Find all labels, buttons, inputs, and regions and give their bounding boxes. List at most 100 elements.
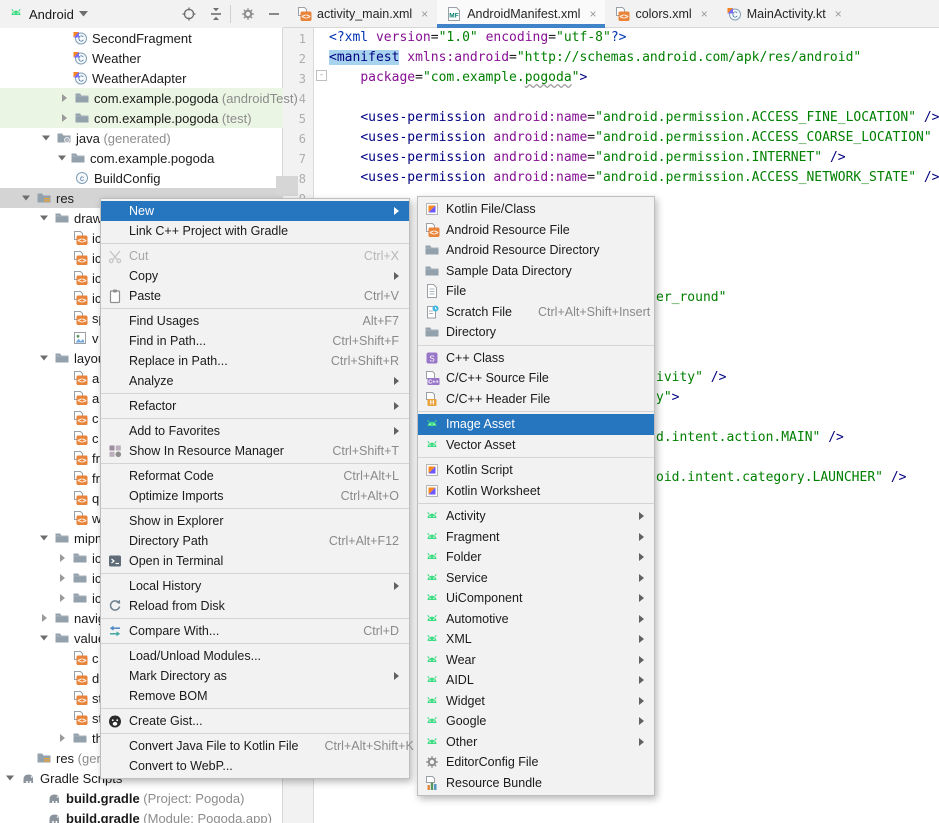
submenu-item-service[interactable]: Service: [418, 568, 654, 589]
chevron-right-icon[interactable]: [56, 552, 68, 564]
settings-gear-icon[interactable]: [240, 6, 256, 22]
menu-item-mark-directory-as[interactable]: Mark Directory as: [101, 666, 409, 686]
chevron-down-icon[interactable]: [38, 352, 50, 364]
close-tab-icon[interactable]: ×: [701, 8, 708, 20]
fold-marker-icon[interactable]: -: [316, 70, 327, 81]
tab-colors-xml[interactable]: <>colors.xml×: [605, 0, 716, 27]
menu-item-convert-to-webp[interactable]: Convert to WebP...: [101, 756, 409, 776]
tree-item-com-example-pogoda-androidtest[interactable]: com.example.pogoda (androidTest): [0, 88, 283, 108]
menu-item-optimize-imports[interactable]: Optimize ImportsCtrl+Alt+O: [101, 486, 409, 506]
menu-item-analyze[interactable]: Analyze: [101, 371, 409, 391]
submenu-item-activity[interactable]: Activity: [418, 506, 654, 527]
tree-scrollbar-thumb[interactable]: [276, 176, 298, 196]
submenu-item-aidl[interactable]: AIDL: [418, 670, 654, 691]
close-tab-icon[interactable]: ×: [835, 8, 842, 20]
tree-item-build-gradle-project-pogoda[interactable]: build.gradle (Project: Pogoda): [0, 788, 283, 808]
submenu-item-android-resource-directory[interactable]: Android Resource Directory: [418, 240, 654, 261]
chevron-right-icon[interactable]: [58, 112, 70, 124]
tree-item-java-generated[interactable]: java (generated): [0, 128, 283, 148]
submenu-item-editorconfig-file[interactable]: EditorConfig File: [418, 752, 654, 773]
menu-item-link-c-project-with-gradle[interactable]: Link C++ Project with Gradle: [101, 221, 409, 241]
menu-item-remove-bom[interactable]: Remove BOM: [101, 686, 409, 706]
menu-item-new[interactable]: New: [101, 201, 409, 221]
submenu-item-kotlin-script[interactable]: Kotlin Script: [418, 460, 654, 481]
submenu-item-file[interactable]: File: [418, 281, 654, 302]
submenu-item-resource-bundle[interactable]: Resource Bundle: [418, 773, 654, 794]
chevron-right-icon[interactable]: [58, 92, 70, 104]
chevron-down-icon[interactable]: [38, 632, 50, 644]
menu-item-compare-with[interactable]: Compare With...Ctrl+D: [101, 621, 409, 641]
code-line: <uses-permission android:name="android.p…: [329, 108, 939, 128]
menu-item-cut[interactable]: CutCtrl+X: [101, 246, 409, 266]
menu-item-label: Reload from Disk: [129, 599, 399, 613]
menu-item-create-gist[interactable]: Create Gist...: [101, 711, 409, 731]
menu-item-open-in-terminal[interactable]: Open in Terminal: [101, 551, 409, 571]
submenu-item-sample-data-directory[interactable]: Sample Data Directory: [418, 261, 654, 282]
svg-text:<>: <>: [77, 376, 87, 385]
tree-item-weatheradapter[interactable]: CWeatherAdapter: [0, 68, 283, 88]
chevron-right-icon[interactable]: [38, 612, 50, 624]
xml-icon: <>: [72, 270, 88, 286]
menu-item-refactor[interactable]: Refactor: [101, 396, 409, 416]
chevron-down-icon[interactable]: [20, 192, 32, 204]
tree-item-com-example-pogoda-test[interactable]: com.example.pogoda (test): [0, 108, 283, 128]
submenu-item-android-resource-file[interactable]: <>Android Resource File: [418, 220, 654, 241]
tree-item-build-gradle-module-pogoda-app[interactable]: build.gradle (Module: Pogoda.app): [0, 808, 283, 823]
menu-item-reformat-code[interactable]: Reformat CodeCtrl+Alt+L: [101, 466, 409, 486]
submenu-item-widget[interactable]: Widget: [418, 691, 654, 712]
submenu-item-fragment[interactable]: Fragment: [418, 527, 654, 548]
tree-item-secondfragment[interactable]: CSecondFragment: [0, 28, 283, 48]
menu-item-show-in-resource-manager[interactable]: Show In Resource ManagerCtrl+Shift+T: [101, 441, 409, 461]
android-icon: [424, 693, 441, 709]
tab-androidmanifest-xml[interactable]: MFAndroidManifest.xml×: [437, 0, 605, 27]
chevron-right-icon[interactable]: [56, 732, 68, 744]
tab-activity-main-xml[interactable]: <>activity_main.xml×: [287, 0, 437, 27]
menu-item-add-to-favorites[interactable]: Add to Favorites: [101, 421, 409, 441]
menu-item-find-usages[interactable]: Find UsagesAlt+F7: [101, 311, 409, 331]
chevron-down-icon[interactable]: [4, 772, 16, 784]
submenu-item-directory[interactable]: Directory: [418, 322, 654, 343]
menu-item-replace-in-path[interactable]: Replace in Path...Ctrl+Shift+R: [101, 351, 409, 371]
hide-panel-icon[interactable]: [266, 6, 282, 22]
menu-item-local-history[interactable]: Local History: [101, 576, 409, 596]
chevron-down-icon[interactable]: [56, 152, 68, 164]
menu-item-paste[interactable]: PasteCtrl+V: [101, 286, 409, 306]
submenu-item-xml[interactable]: XML: [418, 629, 654, 650]
tree-item-weather[interactable]: CWeather: [0, 48, 283, 68]
submenu-item-image-asset[interactable]: Image Asset: [418, 414, 654, 435]
menu-item-load-unload-modules[interactable]: Load/Unload Modules...: [101, 646, 409, 666]
menu-item-show-in-explorer[interactable]: Show in Explorer: [101, 511, 409, 531]
submenu-item-other[interactable]: Other: [418, 732, 654, 753]
submenu-item-vector-asset[interactable]: Vector Asset: [418, 435, 654, 456]
tree-item-com-example-pogoda[interactable]: com.example.pogoda: [0, 148, 283, 168]
submenu-item-folder[interactable]: Folder: [418, 547, 654, 568]
menu-item-convert-java-file-to-kotlin-file[interactable]: Convert Java File to Kotlin FileCtrl+Alt…: [101, 736, 409, 756]
submenu-item-c-c-source-file[interactable]: C++C/C++ Source File: [418, 368, 654, 389]
chevron-down-icon[interactable]: [40, 132, 52, 144]
close-tab-icon[interactable]: ×: [421, 8, 428, 20]
submenu-item-kotlin-worksheet[interactable]: Kotlin Worksheet: [418, 481, 654, 502]
close-tab-icon[interactable]: ×: [589, 8, 596, 20]
submenu-item-wear[interactable]: Wear: [418, 650, 654, 671]
locate-icon[interactable]: [181, 6, 197, 22]
menu-item-find-in-path[interactable]: Find in Path...Ctrl+Shift+F: [101, 331, 409, 351]
menu-item-reload-from-disk[interactable]: Reload from Disk: [101, 596, 409, 616]
menu-item-copy[interactable]: Copy: [101, 266, 409, 286]
chevron-down-icon[interactable]: [38, 212, 50, 224]
chevron-right-icon[interactable]: [56, 592, 68, 604]
folder-icon: [54, 350, 70, 366]
submenu-item-c-c-header-file[interactable]: HC/C++ Header File: [418, 389, 654, 410]
submenu-item-c-class[interactable]: SC++ Class: [418, 348, 654, 369]
submenu-item-uicomponent[interactable]: UiComponent: [418, 588, 654, 609]
tree-item-buildconfig[interactable]: cBuildConfig: [0, 168, 283, 188]
chevron-down-icon[interactable]: [38, 532, 50, 544]
tab-mainactivity-kt[interactable]: CMainActivity.kt×: [717, 0, 851, 27]
submenu-item-kotlin-file-class[interactable]: Kotlin File/Class: [418, 199, 654, 220]
menu-item-directory-path[interactable]: Directory PathCtrl+Alt+F12: [101, 531, 409, 551]
submenu-item-google[interactable]: Google: [418, 711, 654, 732]
submenu-item-automotive[interactable]: Automotive: [418, 609, 654, 630]
submenu-item-scratch-file[interactable]: Scratch FileCtrl+Alt+Shift+Insert: [418, 302, 654, 323]
project-view-selector[interactable]: Android: [8, 3, 88, 25]
chevron-right-icon[interactable]: [56, 572, 68, 584]
collapse-all-icon[interactable]: [208, 6, 224, 22]
